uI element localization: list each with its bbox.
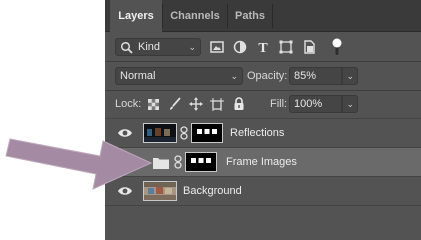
layers-panel: Layers Channels Paths Kind ⌄ T Normal ⌄ … <box>105 0 421 240</box>
fill-input[interactable]: 100% <box>289 95 342 113</box>
lock-label: Lock: <box>115 98 142 110</box>
eye-icon[interactable] <box>117 127 133 139</box>
svg-text:T: T <box>258 41 268 56</box>
smart-object-filter-icon[interactable] <box>301 38 317 56</box>
tab-divider <box>272 4 273 28</box>
filter-kind-select[interactable]: Kind ⌄ <box>115 38 201 56</box>
lock-move-icon[interactable] <box>188 95 204 113</box>
panel-divider <box>105 61 421 62</box>
chain-link-icon[interactable] <box>180 126 188 140</box>
layer-name: Background <box>183 185 242 197</box>
layer-thumbnail <box>143 181 177 201</box>
layer-row-frame-images[interactable]: Frame Images <box>105 148 421 177</box>
layer-thumbnail <box>143 123 177 143</box>
search-icon <box>120 41 134 54</box>
adjustment-filter-icon[interactable] <box>232 38 248 56</box>
tab-paths[interactable]: Paths <box>228 0 272 32</box>
opacity-dropdown-button[interactable]: ⌄ <box>342 67 358 85</box>
opacity-input[interactable]: 85% <box>289 67 342 85</box>
layer-mask-thumbnail <box>185 152 217 172</box>
lock-all-icon[interactable] <box>231 95 247 113</box>
filter-row: Kind ⌄ T <box>105 38 421 56</box>
shape-filter-icon[interactable] <box>278 38 294 56</box>
layer-mask-thumbnail <box>191 123 223 143</box>
tab-layers[interactable]: Layers <box>110 0 162 33</box>
opacity-value: 85% <box>294 70 317 82</box>
blend-mode-select[interactable]: Normal ⌄ <box>115 67 243 85</box>
layer-name: Reflections <box>230 127 285 139</box>
panel-divider <box>105 90 421 91</box>
lock-artboard-icon[interactable] <box>209 95 225 113</box>
layer-row-reflections[interactable]: Reflections <box>105 119 421 148</box>
fill-label: Fill: <box>270 98 288 110</box>
layer-name: Frame Images <box>226 156 297 168</box>
fill-dropdown-button[interactable]: ⌄ <box>342 95 358 113</box>
opacity-label: Opacity: <box>247 70 288 82</box>
blend-mode-value: Normal <box>120 70 156 82</box>
folder-icon <box>153 156 169 169</box>
eye-icon[interactable] <box>117 185 133 197</box>
chevron-down-icon: ⌄ <box>346 99 354 109</box>
image-filter-icon[interactable] <box>209 38 225 56</box>
chevron-down-icon: ⌄ <box>346 71 354 81</box>
lock-transparent-icon[interactable] <box>146 95 162 113</box>
blend-row: Normal ⌄ Opacity: 85% ⌄ <box>105 67 421 85</box>
fill-value: 100% <box>294 98 323 110</box>
chevron-down-icon: ⌄ <box>230 71 238 81</box>
panel-tab-bar: Layers Channels Paths <box>105 0 421 33</box>
layer-row-background[interactable]: Background <box>105 177 421 206</box>
chevron-down-icon: ⌄ <box>188 42 196 52</box>
chain-link-icon[interactable] <box>174 155 182 169</box>
filter-toggle-icon[interactable] <box>331 38 343 56</box>
tab-channels[interactable]: Channels <box>163 0 227 32</box>
filter-kind-label: Kind <box>138 41 161 53</box>
lock-row: Lock: Fill: 100% ⌄ <box>105 95 421 113</box>
lock-paint-icon[interactable] <box>167 95 183 113</box>
type-filter-icon[interactable]: T <box>255 38 271 56</box>
